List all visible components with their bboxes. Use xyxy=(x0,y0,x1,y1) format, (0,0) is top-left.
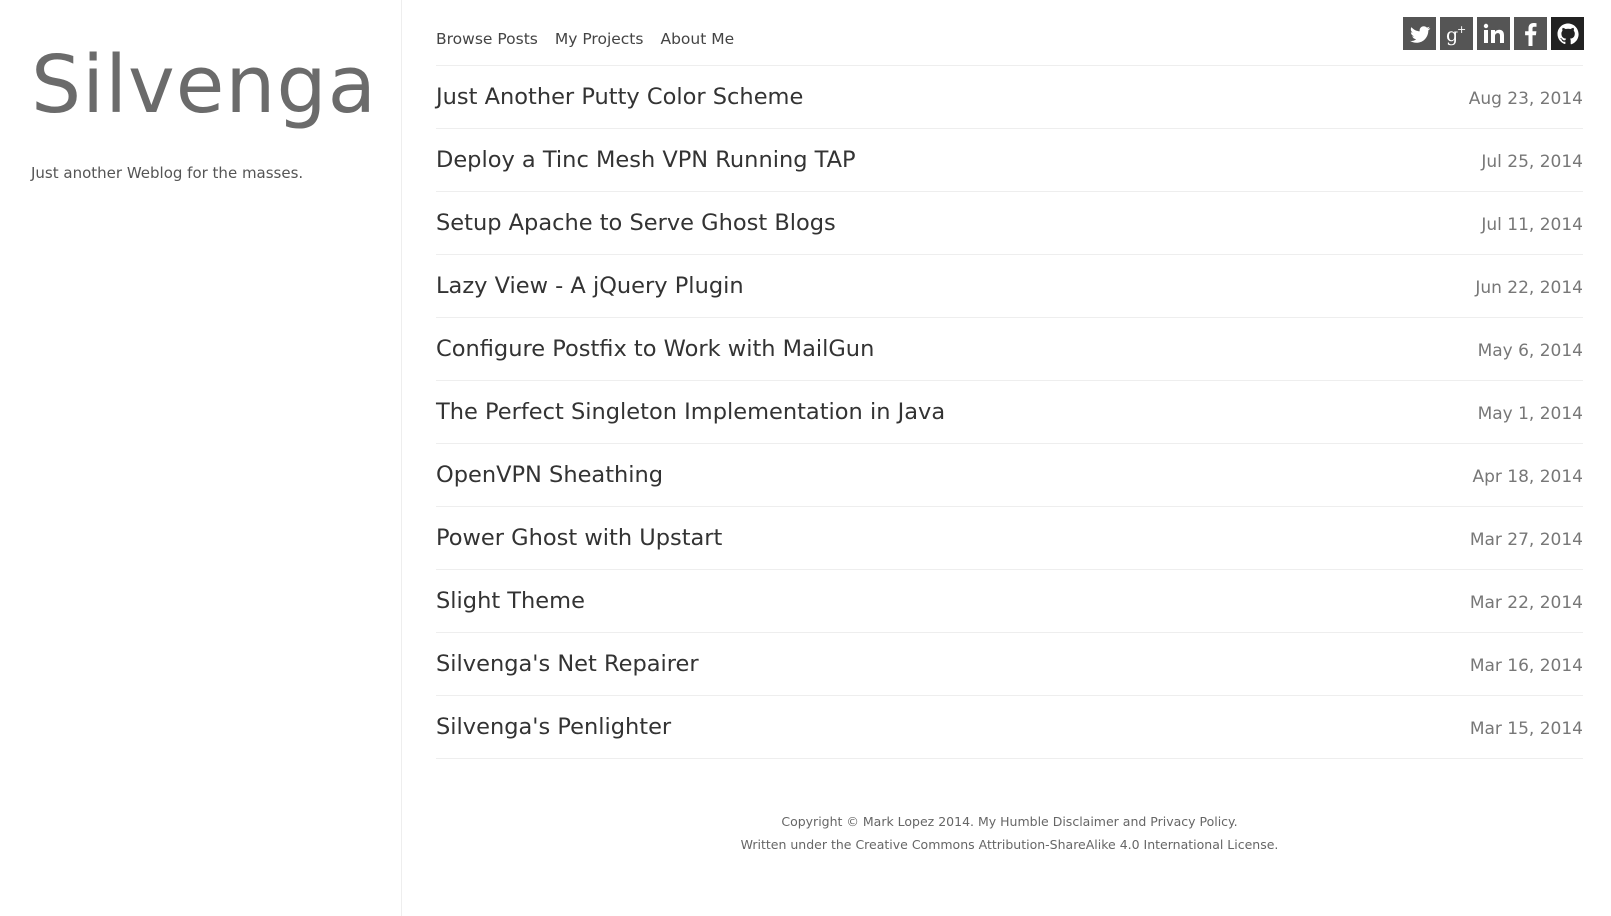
post-title[interactable]: Setup Apache to Serve Ghost Blogs xyxy=(436,210,836,236)
post-title[interactable]: Silvenga's Net Repairer xyxy=(436,651,699,677)
svg-text:+: + xyxy=(1457,23,1466,36)
top-nav: Browse Posts My Projects About Me xyxy=(436,30,734,48)
post-row[interactable]: Deploy a Tinc Mesh VPN Running TAP Jul 2… xyxy=(436,129,1583,192)
social-links: g + xyxy=(1403,17,1584,50)
post-title[interactable]: Configure Postfix to Work with MailGun xyxy=(436,336,874,362)
post-date: Mar 16, 2014 xyxy=(1469,656,1583,676)
nav-about-me[interactable]: About Me xyxy=(660,30,734,48)
post-date: Jul 25, 2014 xyxy=(1481,152,1583,172)
copyright-text: Copyright © Mark Lopez 2014. xyxy=(781,814,978,829)
nav-browse-posts[interactable]: Browse Posts xyxy=(436,30,538,48)
sidebar: Silvenga Just another Weblog for the mas… xyxy=(0,0,402,916)
footer: Copyright © Mark Lopez 2014. My Humble D… xyxy=(436,810,1583,856)
linkedin-icon[interactable] xyxy=(1477,17,1510,50)
footer-license-line: Written under the Creative Commons Attri… xyxy=(436,833,1583,856)
post-title[interactable]: Silvenga's Penlighter xyxy=(436,714,671,740)
site-tagline: Just another Weblog for the masses. xyxy=(31,164,304,182)
google-plus-icon[interactable]: g + xyxy=(1440,17,1473,50)
post-date: Jul 11, 2014 xyxy=(1481,215,1583,235)
post-title[interactable]: Deploy a Tinc Mesh VPN Running TAP xyxy=(436,147,856,173)
site-title[interactable]: Silvenga xyxy=(31,38,377,133)
twitter-icon[interactable] xyxy=(1403,17,1436,50)
post-date: May 6, 2014 xyxy=(1477,341,1583,361)
footer-copyright-line: Copyright © Mark Lopez 2014. My Humble D… xyxy=(436,810,1583,833)
post-date: Mar 15, 2014 xyxy=(1469,719,1583,739)
post-row[interactable]: Lazy View - A jQuery Plugin Jun 22, 2014 xyxy=(436,255,1583,318)
post-list: Just Another Putty Color Scheme Aug 23, … xyxy=(436,65,1583,759)
post-row[interactable]: The Perfect Singleton Implementation in … xyxy=(436,381,1583,444)
post-date: Mar 27, 2014 xyxy=(1469,530,1583,550)
post-title[interactable]: The Perfect Singleton Implementation in … xyxy=(436,399,945,425)
post-row[interactable]: OpenVPN Sheathing Apr 18, 2014 xyxy=(436,444,1583,507)
license-link[interactable]: Creative Commons Attribution-ShareAlike … xyxy=(855,837,1278,852)
post-date: Mar 22, 2014 xyxy=(1469,593,1583,613)
post-title[interactable]: Lazy View - A jQuery Plugin xyxy=(436,273,744,299)
post-row[interactable]: Silvenga's Penlighter Mar 15, 2014 xyxy=(436,696,1583,759)
post-title[interactable]: OpenVPN Sheathing xyxy=(436,462,663,488)
post-row[interactable]: Setup Apache to Serve Ghost Blogs Jul 11… xyxy=(436,192,1583,255)
facebook-icon[interactable] xyxy=(1514,17,1547,50)
post-row[interactable]: Slight Theme Mar 22, 2014 xyxy=(436,570,1583,633)
disclaimer-link[interactable]: My Humble Disclaimer and Privacy Policy. xyxy=(978,814,1238,829)
post-row[interactable]: Silvenga's Net Repairer Mar 16, 2014 xyxy=(436,633,1583,696)
post-row[interactable]: Power Ghost with Upstart Mar 27, 2014 xyxy=(436,507,1583,570)
post-date: Aug 23, 2014 xyxy=(1468,89,1583,109)
post-date: May 1, 2014 xyxy=(1477,404,1583,424)
post-title[interactable]: Just Another Putty Color Scheme xyxy=(436,84,803,110)
post-date: Apr 18, 2014 xyxy=(1472,467,1583,487)
post-title[interactable]: Power Ghost with Upstart xyxy=(436,525,722,551)
post-date: Jun 22, 2014 xyxy=(1475,278,1583,298)
github-icon[interactable] xyxy=(1551,17,1584,50)
nav-my-projects[interactable]: My Projects xyxy=(555,30,644,48)
license-text: Written under the xyxy=(740,837,856,852)
post-row[interactable]: Just Another Putty Color Scheme Aug 23, … xyxy=(436,66,1583,129)
post-row[interactable]: Configure Postfix to Work with MailGun M… xyxy=(436,318,1583,381)
post-title[interactable]: Slight Theme xyxy=(436,588,585,614)
